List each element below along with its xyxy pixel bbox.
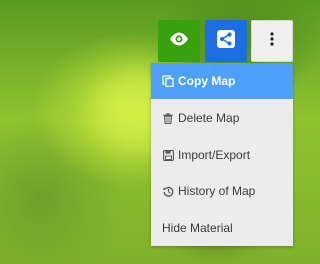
- menu-item-copy-map[interactable]: Copy Map: [151, 63, 293, 99]
- share-icon: [217, 29, 235, 53]
- menu-item-hide-material[interactable]: Hide Material: [151, 210, 293, 246]
- menu-item-label: Import/Export: [178, 148, 251, 162]
- eye-icon: [169, 32, 189, 51]
- menu-item-label: History of Map: [178, 184, 256, 198]
- menu-item-label: Delete Map: [178, 111, 240, 125]
- more-options-button[interactable]: [251, 20, 293, 62]
- menu-item-label: Hide Material: [162, 221, 233, 235]
- menu-item-history-of-map[interactable]: History of Map: [151, 173, 293, 209]
- menu-item-delete-map[interactable]: Delete Map: [151, 100, 293, 136]
- history-icon: [162, 185, 174, 197]
- menu-item-import-export[interactable]: Import/Export: [151, 137, 293, 173]
- kebab-menu-icon: [270, 31, 274, 51]
- trash-icon: [162, 112, 174, 124]
- map-toolbar: [158, 20, 294, 64]
- save-icon: [162, 149, 174, 161]
- menu-item-label: Copy Map: [178, 74, 236, 88]
- options-dropdown-menu: Copy Map Delete Map Import/Export Histor…: [151, 63, 293, 246]
- copy-icon: [162, 75, 174, 87]
- view-button[interactable]: [158, 20, 200, 62]
- share-button[interactable]: [205, 20, 247, 62]
